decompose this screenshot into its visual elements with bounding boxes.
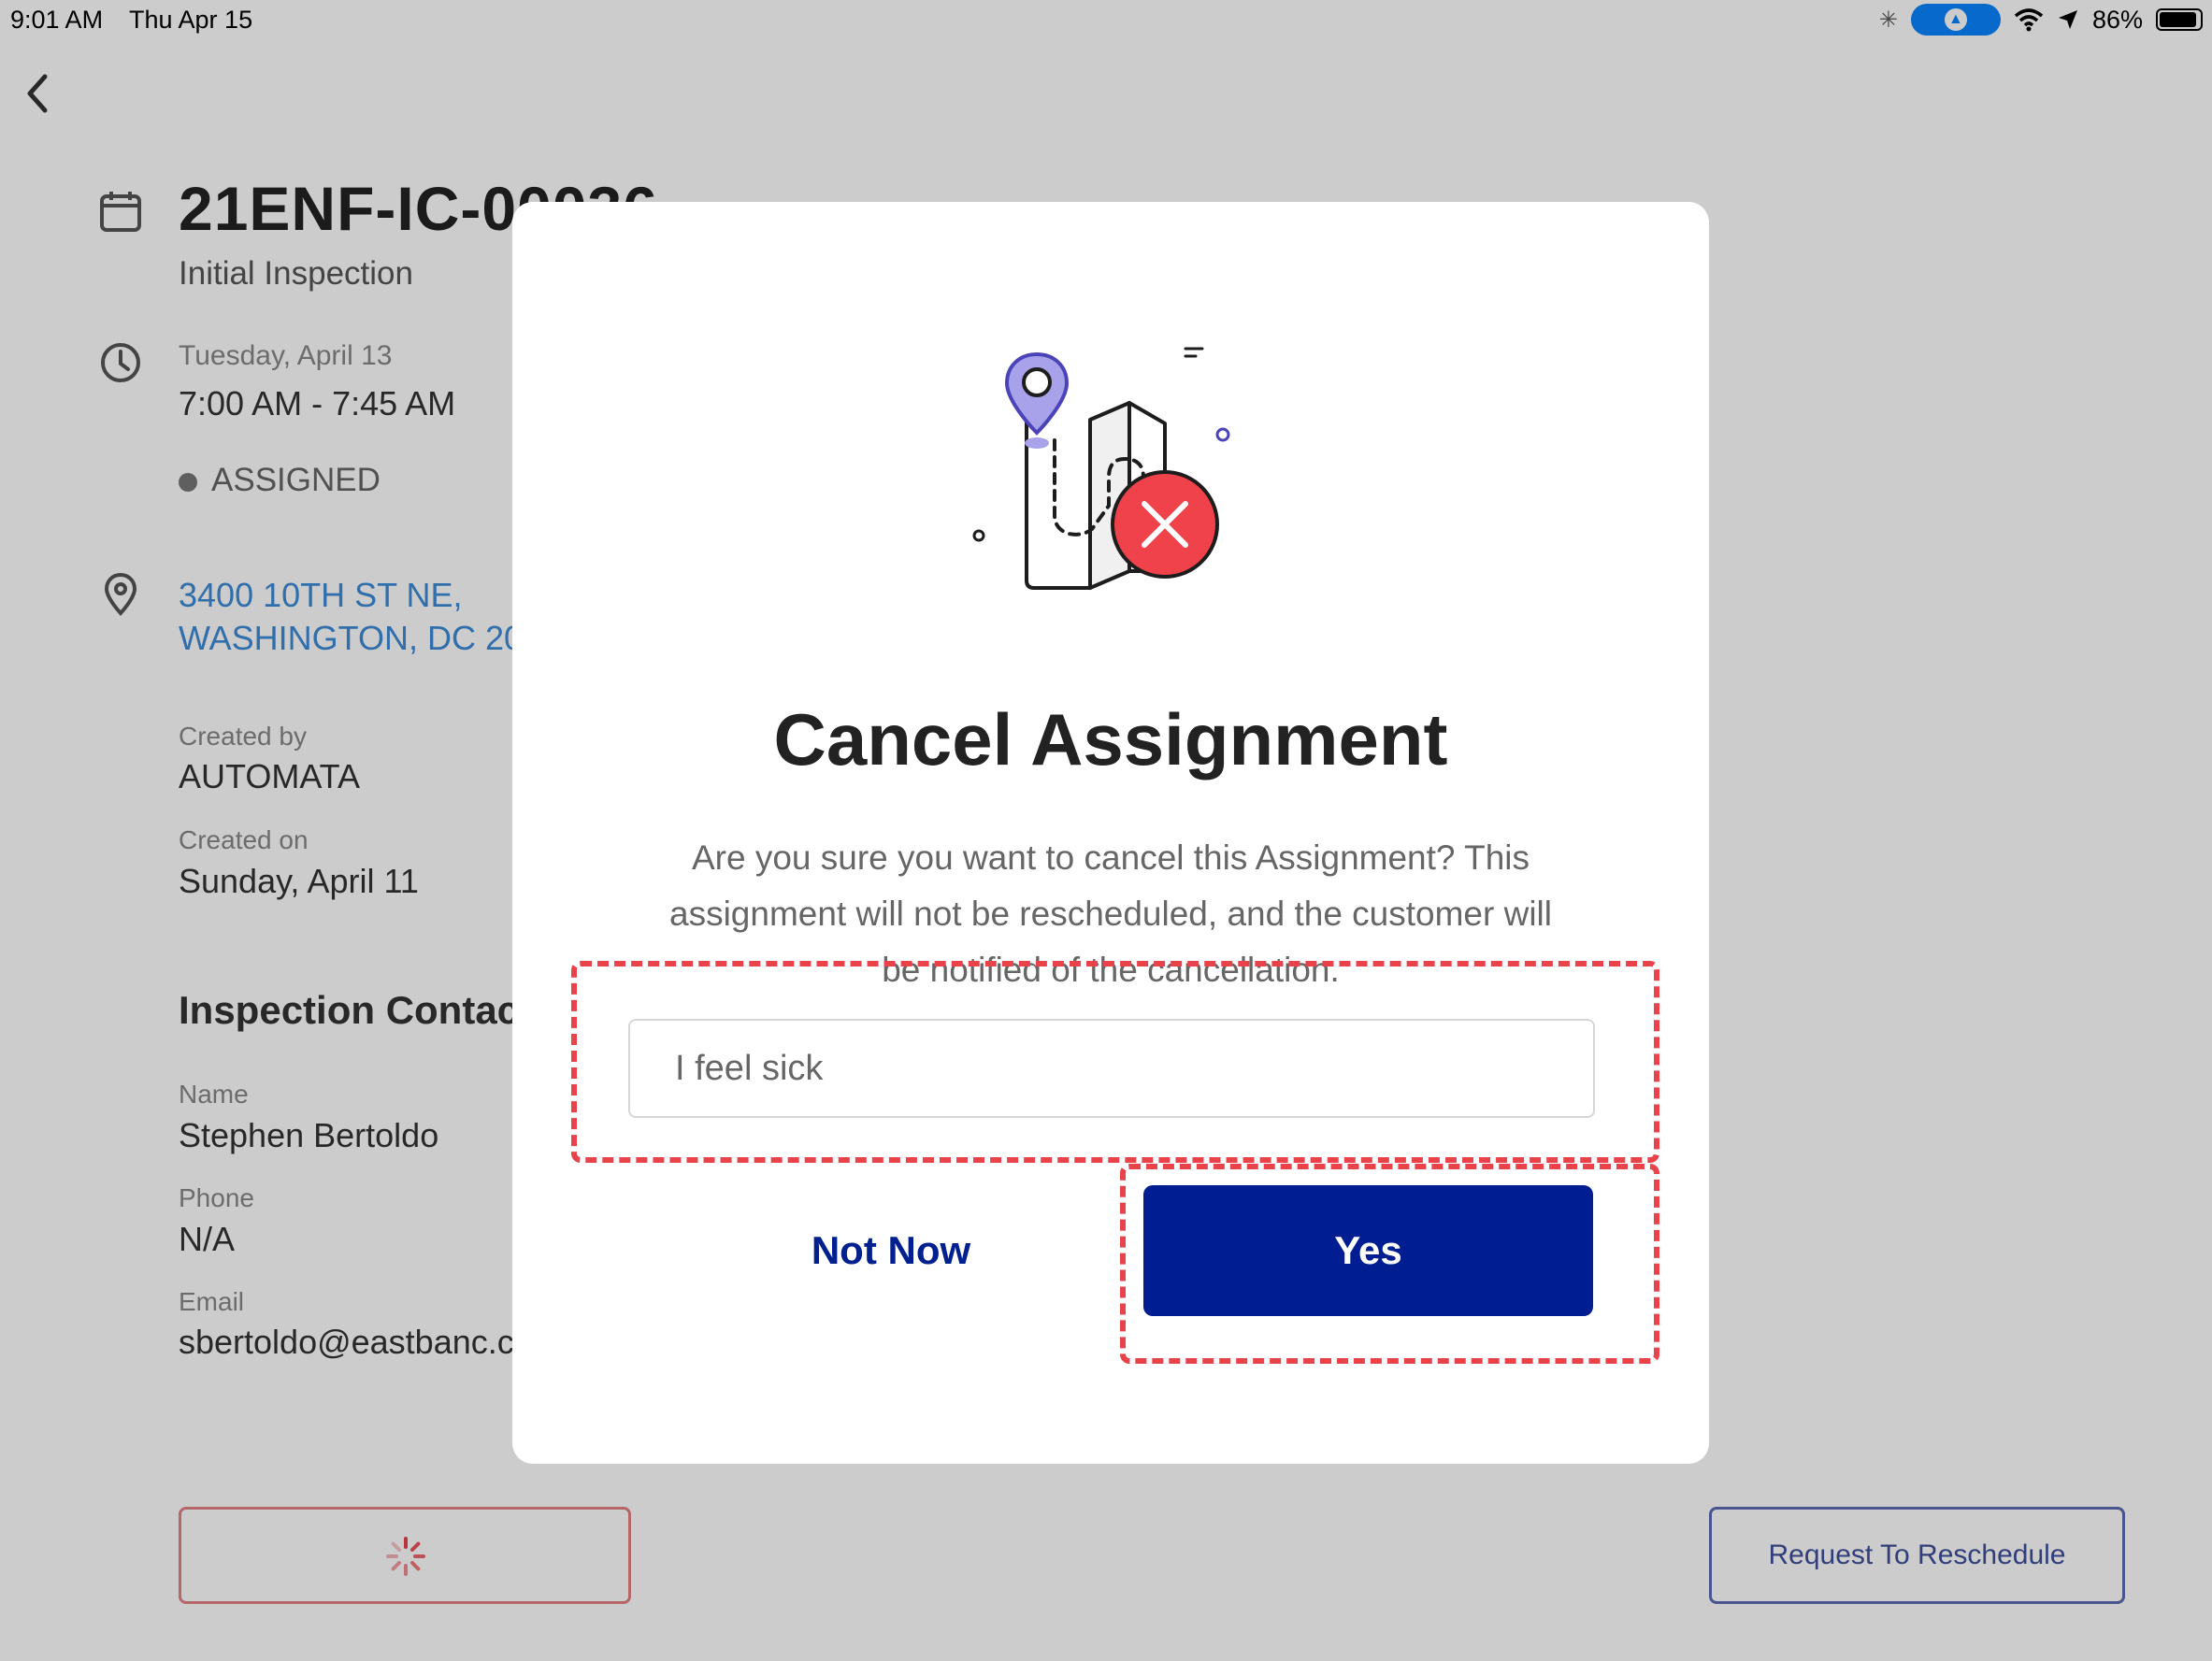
- not-now-button[interactable]: Not Now: [653, 1185, 1129, 1316]
- cancel-assignment-dialog: Cancel Assignment Are you sure you want …: [512, 202, 1709, 1464]
- inspection-details-screen: 9:01 AM Thu Apr 15 ✳ ▲ 86% 21ENF-IC-0003…: [0, 0, 2212, 1661]
- dialog-title: Cancel Assignment: [773, 698, 1448, 780]
- cancelled-map-illustration: [972, 347, 1230, 590]
- yes-button[interactable]: Yes: [1143, 1185, 1593, 1316]
- cancel-reason-input[interactable]: [628, 1019, 1595, 1118]
- dialog-message: Are you sure you want to cancel this Ass…: [669, 838, 1552, 989]
